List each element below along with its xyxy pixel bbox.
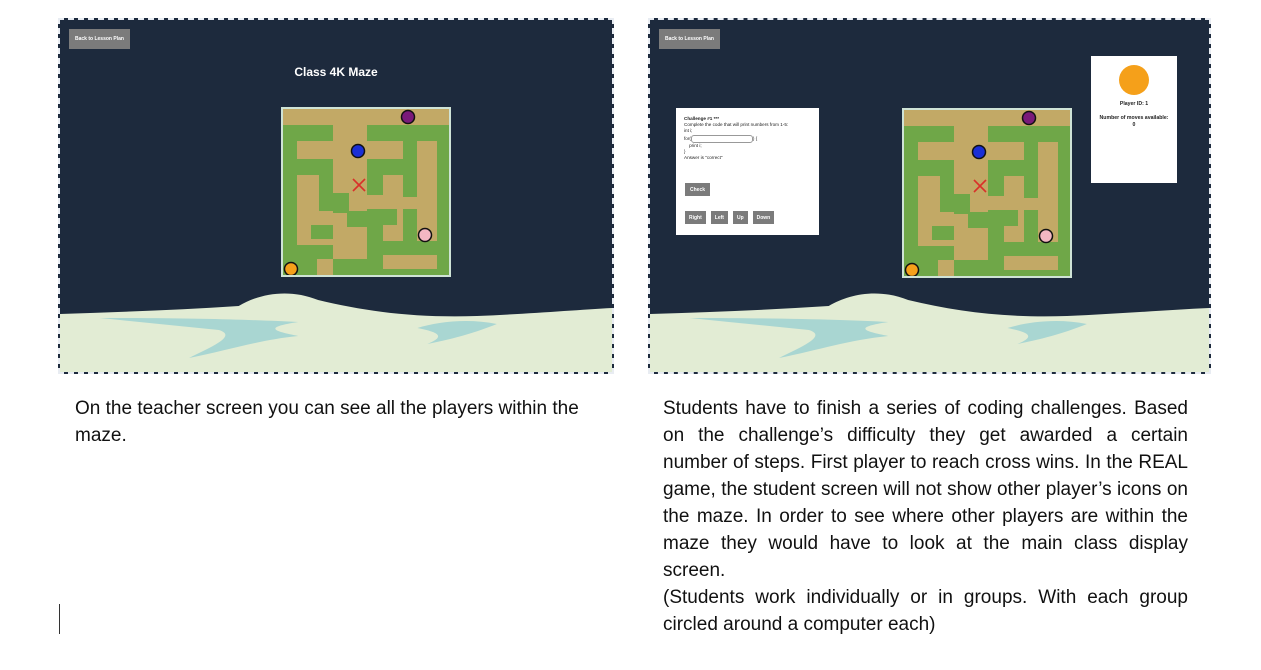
maze-wall xyxy=(367,125,437,141)
maze-wall xyxy=(367,225,383,275)
maze-wall xyxy=(333,259,367,275)
maze-wall xyxy=(1004,242,1024,256)
move-left-button[interactable]: Left xyxy=(710,211,728,224)
maze-wall xyxy=(437,125,449,275)
maze-wall xyxy=(403,209,417,255)
maze-wall xyxy=(1038,242,1058,256)
maze-wall xyxy=(1024,210,1038,256)
maze-wall xyxy=(904,160,940,176)
maze-wall xyxy=(918,260,938,276)
maze-wall xyxy=(1004,270,1058,276)
challenge-card: Challenge #1 *** Complete the code that … xyxy=(676,108,819,235)
maze-wall xyxy=(403,141,417,197)
student-caption: Students have to finish a series of codi… xyxy=(663,395,1188,638)
maze-wall xyxy=(988,226,1004,276)
maze-grid xyxy=(904,110,1070,276)
orange-player-icon xyxy=(904,262,920,276)
snow-landscape xyxy=(650,293,1209,372)
blue-player-icon xyxy=(350,143,366,159)
maze-title: Class 4K Maze xyxy=(294,65,378,79)
answer-note: Answer is "correct" xyxy=(684,154,723,160)
maze-wall xyxy=(367,209,397,225)
maze-wall xyxy=(297,245,333,259)
maze-wall xyxy=(988,210,1018,226)
maze-wall xyxy=(1004,160,1024,176)
maze-wall xyxy=(417,241,437,255)
maze-wall xyxy=(383,269,437,275)
maze-wall xyxy=(319,159,333,211)
maze-wall xyxy=(932,226,954,240)
back-to-lesson-plan-button[interactable]: Back to Lesson Plan xyxy=(69,29,130,49)
maze-wall xyxy=(968,212,988,228)
move-down-button[interactable]: Down xyxy=(752,211,775,224)
code-for-line: for( ) { xyxy=(684,134,811,143)
maze-wall xyxy=(940,160,954,212)
moves-available: Number of moves available: 0 xyxy=(1099,115,1169,128)
orange-player-icon xyxy=(283,261,299,275)
teacher-caption: On the teacher screen you can see all th… xyxy=(75,398,579,446)
maze-wall xyxy=(383,159,403,175)
direction-controls: Right Left Up Down xyxy=(685,211,775,224)
maze-wall xyxy=(988,126,1058,142)
maze-wall xyxy=(954,260,988,276)
text-cursor xyxy=(59,604,60,634)
player-avatar-icon xyxy=(1119,65,1149,95)
student-screen: Back to Lesson Plan Challenge #1 *** Com… xyxy=(648,18,1211,374)
red-cross-icon xyxy=(352,178,366,192)
maze-wall xyxy=(1024,142,1038,198)
blue-player-icon xyxy=(971,144,987,160)
check-button[interactable]: Check xyxy=(685,183,711,196)
maze-wall xyxy=(367,159,383,195)
move-up-button[interactable]: Up xyxy=(732,211,748,224)
teacher-screen: Back to Lesson Plan Class 4K Maze xyxy=(58,18,614,374)
maze-wall xyxy=(383,241,403,255)
pink-player-icon xyxy=(1038,228,1054,244)
code-for-end: ) { xyxy=(752,135,758,141)
player-id: Player ID: 1 xyxy=(1119,101,1149,107)
back-to-lesson-plan-button[interactable]: Back to Lesson Plan xyxy=(659,29,720,49)
player-info-card: Player ID: 1 Number of moves available: … xyxy=(1091,56,1177,183)
maze-wall xyxy=(954,194,970,214)
code-answer-input[interactable] xyxy=(690,134,753,143)
maze-wall xyxy=(988,160,1004,196)
red-cross-icon xyxy=(973,179,987,193)
student-caption-paragraph: Students have to finish a series of codi… xyxy=(663,398,1188,581)
maze-wall xyxy=(283,159,319,175)
purple-player-icon xyxy=(1021,110,1037,126)
maze-board xyxy=(902,108,1072,278)
maze-wall xyxy=(297,125,333,141)
maze-wall xyxy=(297,259,317,275)
snow-landscape xyxy=(60,293,612,372)
purple-player-icon xyxy=(400,109,416,125)
pink-player-icon xyxy=(417,227,433,243)
maze-wall xyxy=(918,126,954,142)
maze-board xyxy=(281,107,451,277)
student-caption-note: (Students work individually or in groups… xyxy=(663,587,1188,635)
maze-wall xyxy=(347,211,367,227)
code-for-start: for( xyxy=(684,135,691,141)
maze-grid xyxy=(283,109,449,275)
maze-wall xyxy=(918,246,954,260)
maze-wall xyxy=(311,225,333,239)
maze-wall xyxy=(333,193,349,213)
maze-wall xyxy=(1058,126,1070,276)
move-right-button[interactable]: Right xyxy=(685,211,706,224)
